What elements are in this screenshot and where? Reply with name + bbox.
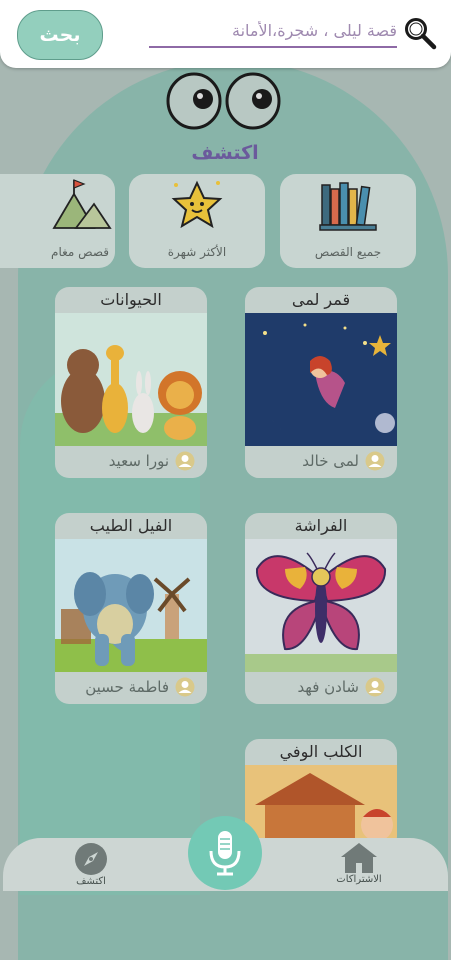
category-all-stories[interactable]: جميع القصص: [280, 174, 416, 268]
story-card[interactable]: قمر لمى لمى خالد: [245, 287, 397, 478]
mountain-flag-icon: [52, 179, 112, 229]
nav-discover[interactable]: اكتشف: [51, 842, 131, 887]
category-most-popular[interactable]: الأكثر شهرة: [129, 174, 265, 268]
story-cover-image: [55, 539, 207, 672]
story-cover-image: [245, 765, 397, 849]
eyes-mascot-icon: [166, 72, 281, 130]
category-adventure-stories[interactable]: قصص مغام: [0, 174, 115, 268]
author-avatar-icon: [365, 451, 385, 471]
story-title: الفراشة: [294, 516, 348, 535]
compass-icon: [75, 843, 107, 875]
story-title: الحيوانات: [100, 290, 162, 309]
story-title: الكلب الوفي: [279, 742, 363, 761]
microphone-icon: [209, 831, 241, 876]
nav-label: الاشتراكات: [336, 874, 382, 885]
home-icon: [341, 843, 377, 873]
story-author: لمى خالد: [302, 451, 385, 471]
category-label: الأكثر شهرة: [167, 245, 227, 259]
author-avatar-icon: [365, 677, 385, 697]
author-name: لمى خالد: [302, 452, 359, 470]
author-avatar-icon: [175, 677, 195, 697]
author-avatar-icon: [175, 451, 195, 471]
story-title: الفيل الطيب: [89, 516, 173, 535]
story-card[interactable]: الحيوانات نورا سعيد: [55, 287, 207, 478]
author-name: شادن فهد: [297, 678, 359, 696]
search-icon[interactable]: [403, 16, 437, 50]
discover-title: اكتشف: [191, 142, 259, 164]
search-header: بحث: [0, 0, 451, 68]
author-name: نورا سعيد: [108, 452, 169, 470]
microphone-button[interactable]: [188, 816, 262, 890]
nav-label: اكتشف: [76, 876, 106, 887]
search-button[interactable]: بحث: [17, 10, 103, 60]
category-label: جميع القصص: [314, 245, 382, 259]
story-author: شادن فهد: [297, 677, 385, 697]
category-label: قصص مغام: [51, 245, 109, 259]
books-icon: [319, 182, 377, 231]
story-cover-image: [245, 313, 397, 446]
search-input[interactable]: [149, 14, 397, 48]
story-cover-image: [245, 539, 397, 672]
author-name: فاطمة حسين: [85, 678, 169, 696]
story-author: نورا سعيد: [109, 451, 195, 471]
story-author: فاطمة حسين: [85, 677, 195, 697]
story-cover-image: [55, 313, 207, 446]
story-title: قمر لمى: [291, 290, 351, 309]
nav-subscriptions[interactable]: الاشتراكات: [319, 842, 399, 885]
star-icon: [171, 180, 223, 229]
story-card[interactable]: الفيل الطيب فاطمة حسين: [55, 513, 207, 704]
story-card[interactable]: الكلب الوفي: [245, 739, 397, 849]
story-card[interactable]: الفراشة شادن فهد: [245, 513, 397, 704]
